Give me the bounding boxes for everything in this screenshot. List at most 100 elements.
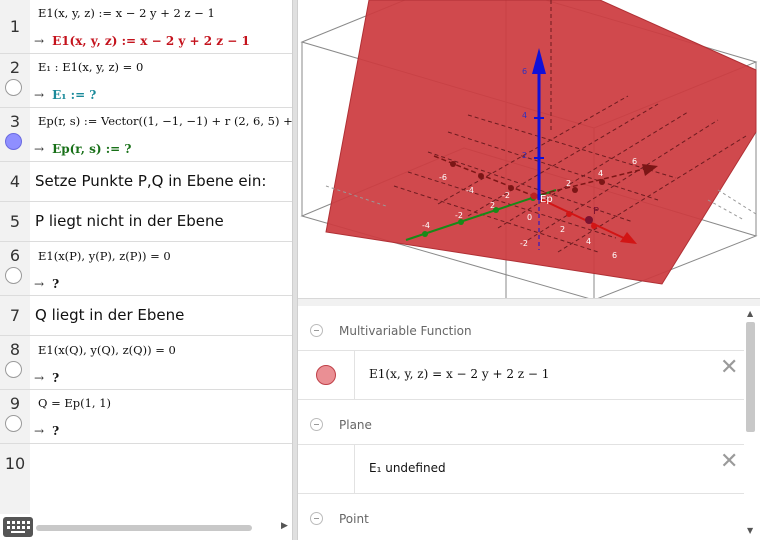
cas-row-7[interactable]: 7 Q liegt in der Ebene <box>0 296 292 336</box>
cas-view: 1 E1(x, y, z) := x − 2 y + 2 z − 1 → E1(x… <box>0 0 292 540</box>
cas-text-cell[interactable]: P liegt nicht in der Ebene <box>35 212 224 230</box>
row-number: 1 <box>9 17 21 36</box>
cas-row-5[interactable]: 5 P liegt nicht in der Ebene <box>0 202 292 242</box>
row-number-cell: 4 <box>0 162 30 201</box>
cas-input[interactable]: E1(x, y, z) := x − 2 y + 2 z − 1 <box>38 6 215 20</box>
row-number-cell: 5 <box>0 202 30 241</box>
cas-input[interactable]: E₁ : E1(x, y, z) = 0 <box>38 60 143 74</box>
plane-e1[interactable] <box>325 0 757 285</box>
row-number-cell: 9 <box>0 390 30 443</box>
algebra-item-e1-function[interactable]: E1(x, y, z) = x − 2 y + 2 z − 1 ✕ <box>298 350 744 400</box>
output-arrow-icon: → <box>34 88 45 102</box>
visibility-toggle-icon[interactable] <box>5 267 22 284</box>
output-value: E1(x, y, z) := x − 2 y + 2 z − 1 <box>52 34 250 48</box>
svg-text:-4: -4 <box>422 221 430 230</box>
cas-input[interactable]: Ep(r, s) := Vector((1, −1, −1) + r (2, 6… <box>38 114 292 128</box>
algebra-view: Multivariable Function E1(x, y, z) = x −… <box>298 306 760 540</box>
group-label: Point <box>339 512 369 526</box>
output-value: Ep(r, s) := ? <box>52 142 132 156</box>
cas-input[interactable]: Q = Ep(1, 1) <box>38 396 111 410</box>
svg-text:4: 4 <box>586 237 591 246</box>
visibility-toggle-icon[interactable] <box>5 79 22 96</box>
cas-input[interactable]: E1(x(P), y(P), z(P)) = 0 <box>38 249 171 263</box>
cas-footer: ▶ <box>0 514 292 540</box>
svg-text:-2: -2 <box>502 191 510 200</box>
3d-canvas[interactable]: 6 4 2 0 -2 -4 -2 2 -6 -4 -2 2 4 6 2 4 6 … <box>298 0 760 298</box>
visibility-toggle-icon[interactable] <box>5 133 22 150</box>
row-number: 2 <box>9 58 21 77</box>
output-arrow-icon: → <box>34 34 45 48</box>
marble-column <box>298 445 355 493</box>
group-label: Plane <box>339 418 372 432</box>
row-number: 8 <box>9 340 21 359</box>
cas-row-6[interactable]: 6 E1(x(P), y(P), z(P)) = 0 →? <box>0 242 292 296</box>
close-icon[interactable]: ✕ <box>720 451 738 473</box>
point-ep-label: Ep <box>540 194 553 205</box>
output-arrow-icon: → <box>34 277 45 291</box>
cas-output: → E1(x, y, z) := x − 2 y + 2 z − 1 <box>34 34 250 48</box>
row-number: 5 <box>9 212 21 231</box>
cas-output: →? <box>34 424 59 438</box>
row-number: 10 <box>4 454 26 473</box>
row-number: 3 <box>9 112 21 131</box>
svg-text:4: 4 <box>522 111 527 120</box>
svg-text:2: 2 <box>522 151 527 160</box>
visibility-marble-icon[interactable] <box>316 365 336 385</box>
cas-input[interactable]: E1(x(Q), y(Q), z(Q)) = 0 <box>38 343 176 357</box>
output-arrow-icon: → <box>34 424 45 438</box>
cas-output: →? <box>34 277 59 291</box>
collapse-icon[interactable] <box>310 418 323 431</box>
cas-output: → E₁ := ? <box>34 88 96 102</box>
svg-text:4: 4 <box>598 169 603 178</box>
row-number-cell: 2 <box>0 54 30 107</box>
item-definition[interactable]: E1(x, y, z) = x − 2 y + 2 z − 1 <box>369 367 549 381</box>
group-label: Multivariable Function <box>339 324 472 338</box>
collapse-icon[interactable] <box>310 512 323 525</box>
graphics-3d-view[interactable]: 6 4 2 0 -2 -4 -2 2 -6 -4 -2 2 4 6 2 4 6 … <box>298 0 760 298</box>
svg-text:2: 2 <box>490 201 495 210</box>
cas-row-8[interactable]: 8 E1(x(Q), y(Q), z(Q)) = 0 →? <box>0 336 292 390</box>
point-p-label: P <box>593 206 599 217</box>
close-icon[interactable]: ✕ <box>720 357 738 379</box>
svg-text:6: 6 <box>632 157 637 166</box>
item-definition[interactable]: E₁ undefined <box>369 461 446 475</box>
output-value: ? <box>52 277 60 291</box>
cas-row-10[interactable]: 10 <box>0 444 292 514</box>
algebra-item-e1-plane[interactable]: E₁ undefined ✕ <box>298 444 744 494</box>
svg-text:-2: -2 <box>520 239 528 248</box>
row-number: 4 <box>9 172 21 191</box>
scroll-up-icon[interactable]: ▲ <box>747 309 753 318</box>
group-multivariable-function[interactable]: Multivariable Function <box>298 308 744 352</box>
group-plane[interactable]: Plane <box>298 402 744 446</box>
cas-row-1[interactable]: 1 E1(x, y, z) := x − 2 y + 2 z − 1 → E1(x… <box>0 0 292 54</box>
row-number: 7 <box>9 306 21 325</box>
cas-text-cell[interactable]: Setze Punkte P,Q in Ebene ein: <box>35 172 266 190</box>
cas-row-2[interactable]: 2 E₁ : E1(x, y, z) = 0 → E₁ := ? <box>0 54 292 108</box>
row-number-cell: 3 <box>0 108 30 161</box>
cas-row-3[interactable]: 3 Ep(r, s) := Vector((1, −1, −1) + r (2,… <box>0 108 292 162</box>
svg-text:-4: -4 <box>466 186 474 195</box>
scroll-down-icon[interactable]: ▼ <box>747 526 753 535</box>
view-divider[interactable] <box>298 298 760 306</box>
horizontal-scrollbar[interactable] <box>36 525 252 531</box>
row-number-cell: 6 <box>0 242 30 295</box>
marble-column <box>298 351 355 399</box>
row-number-cell: 10 <box>0 444 30 514</box>
collapse-icon[interactable] <box>310 324 323 337</box>
visibility-toggle-icon[interactable] <box>5 415 22 432</box>
cas-row-9[interactable]: 9 Q = Ep(1, 1) →? <box>0 390 292 444</box>
keyboard-icon[interactable] <box>3 517 33 537</box>
cas-text-cell[interactable]: Q liegt in der Ebene <box>35 306 184 324</box>
svg-text:-6: -6 <box>439 173 447 182</box>
vertical-scrollbar-thumb[interactable] <box>746 322 755 432</box>
cas-row-4[interactable]: 4 Setze Punkte P,Q in Ebene ein: <box>0 162 292 202</box>
cas-output: →? <box>34 371 59 385</box>
output-value: E₁ := ? <box>52 88 97 102</box>
output-arrow-icon: → <box>34 371 45 385</box>
scroll-right-icon[interactable]: ▶ <box>281 521 288 531</box>
row-number: 9 <box>9 394 21 413</box>
svg-text:2: 2 <box>566 179 571 188</box>
cas-output: → Ep(r, s) := ? <box>34 142 131 156</box>
visibility-toggle-icon[interactable] <box>5 361 22 378</box>
group-point[interactable]: Point <box>298 496 744 540</box>
